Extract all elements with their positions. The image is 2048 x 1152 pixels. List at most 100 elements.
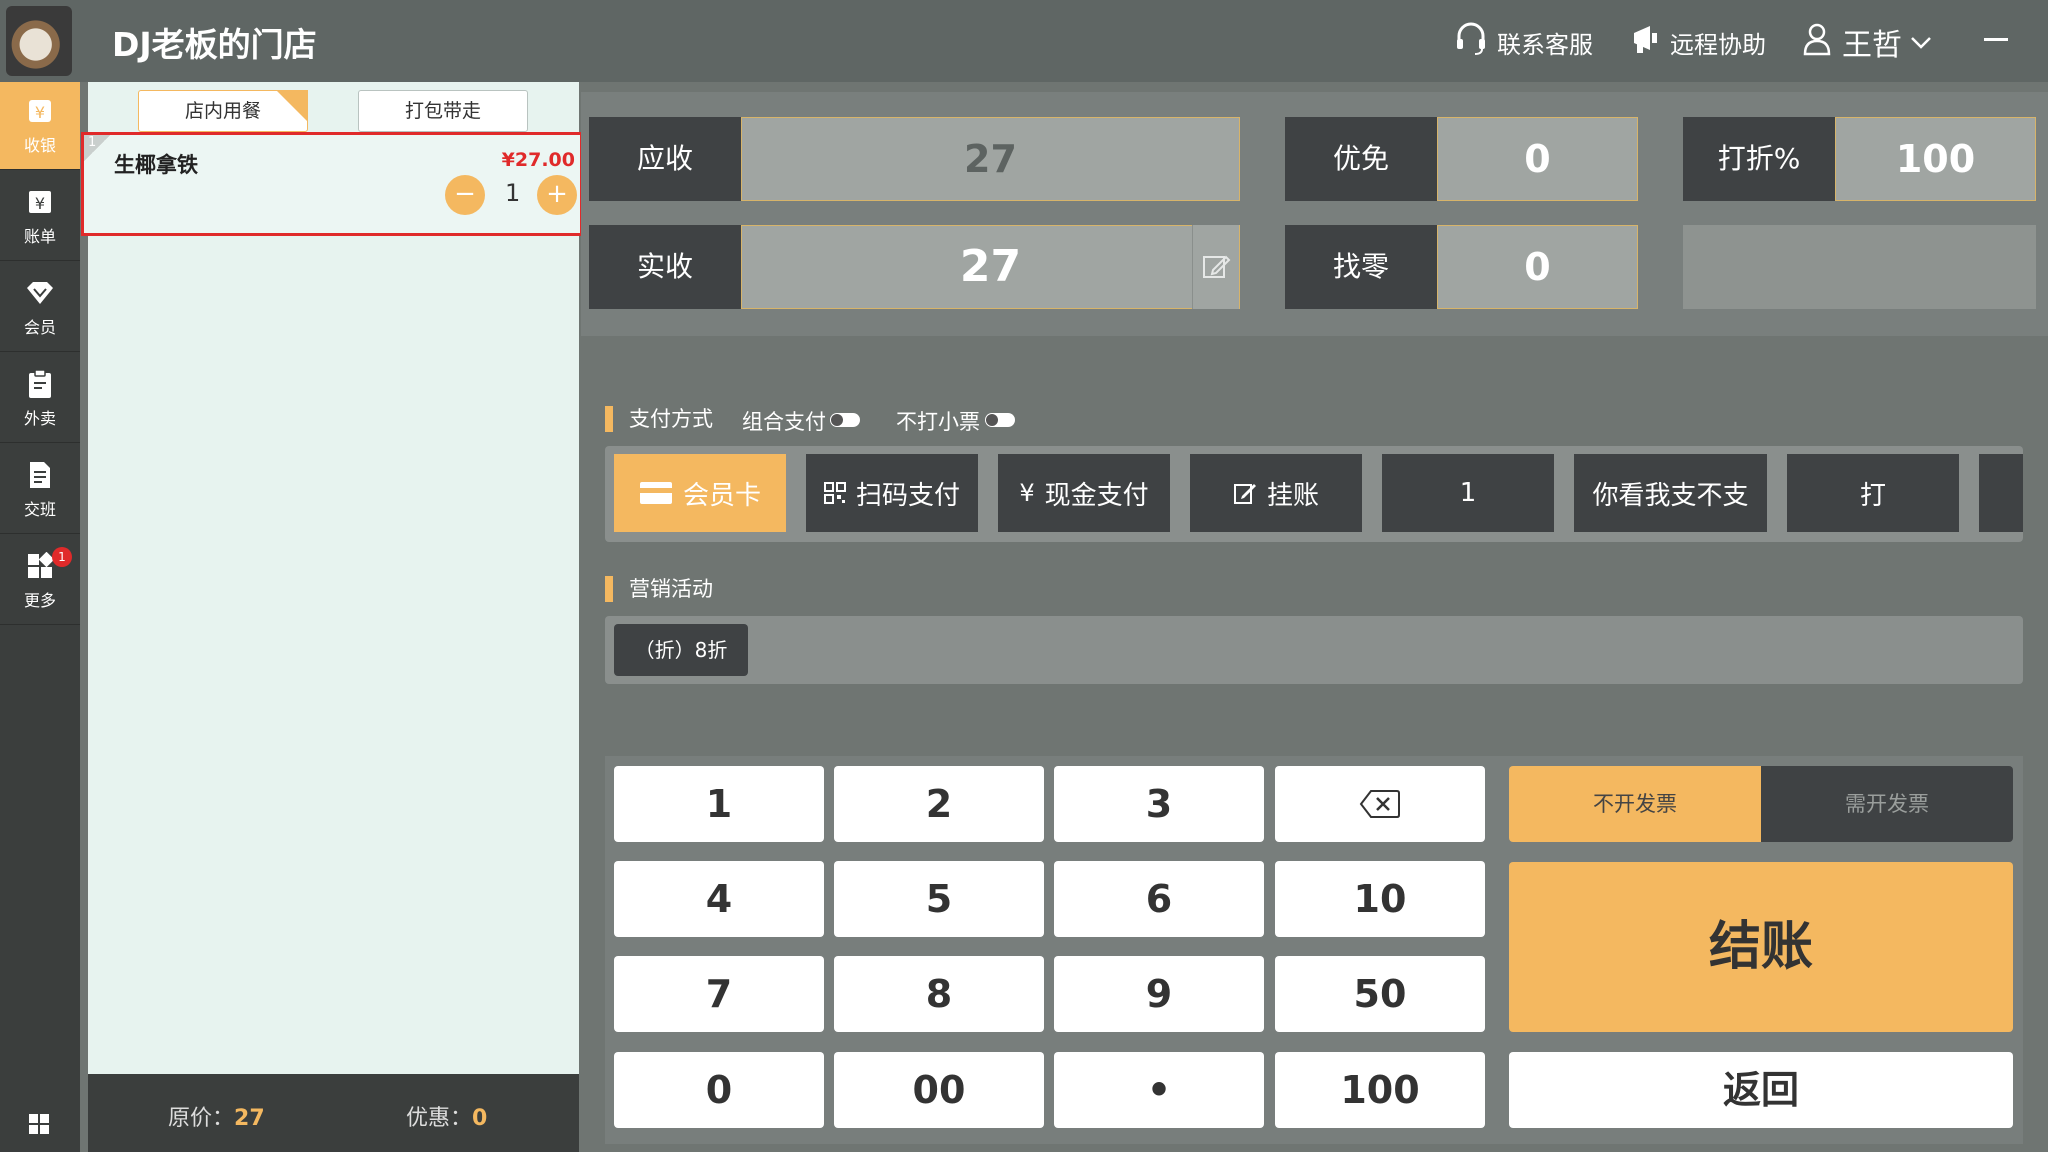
sidebar-item-member[interactable]: 会员 (0, 264, 80, 352)
document-icon (25, 460, 55, 490)
discount-percent-label: 打折% (1683, 117, 1835, 201)
key-50[interactable]: 50 (1275, 956, 1485, 1032)
chevron-down-icon (1910, 28, 1932, 56)
tab-takeaway[interactable]: 打包带走 (358, 90, 528, 132)
key-100[interactable]: 100 (1275, 1052, 1485, 1128)
key-1[interactable]: 1 (614, 766, 824, 842)
key-9[interactable]: 9 (1054, 956, 1264, 1032)
pay-custom-3-label: 打 (1859, 480, 1886, 511)
card-icon (639, 481, 673, 505)
sidebar-item-label: 会员 (23, 317, 56, 337)
pay-scan-label: 扫码支付 (855, 480, 960, 511)
key-7[interactable]: 7 (614, 956, 824, 1032)
item-qty: 1 (505, 179, 521, 207)
sidebar: ¥ 收银 ¥ 账单 会员 外卖 交班 更多 1 (0, 82, 80, 1152)
sidebar-item-label: 账单 (23, 226, 56, 246)
contact-support-button[interactable]: 联系客服 (1455, 22, 1593, 62)
user-menu[interactable]: 王哲 (1802, 22, 1942, 63)
key-6[interactable]: 6 (1054, 861, 1264, 937)
receivable-value: 27 (741, 117, 1240, 201)
key-10[interactable]: 10 (1275, 861, 1485, 937)
megaphone-icon (1630, 23, 1660, 61)
no-receipt-toggle[interactable] (985, 413, 1015, 427)
sidebar-item-label: 更多 (23, 590, 56, 610)
clipboard-icon (25, 368, 55, 399)
headset-icon (1455, 22, 1487, 62)
empty-summary-slot (1683, 225, 2036, 309)
pay-custom-1-button[interactable]: 1 (1382, 454, 1554, 532)
qr-code-icon (823, 482, 846, 504)
diamond-icon (25, 278, 55, 308)
key-3[interactable]: 3 (1054, 766, 1264, 842)
cashier-icon: ¥ (25, 96, 55, 126)
promotion-section-title: 营销活动 (605, 576, 713, 602)
discount-amount-label: 优惠： (406, 1106, 473, 1131)
yuan-icon: ¥ (1019, 479, 1035, 507)
pay-custom-2-button[interactable]: 你看我支不支 (1574, 454, 1767, 532)
no-invoice-button[interactable]: 不开发票 (1509, 766, 1761, 842)
need-invoice-button[interactable]: 需开发票 (1761, 766, 2013, 842)
original-price: 原价：27 (168, 1100, 265, 1132)
original-price-value: 27 (234, 1106, 265, 1131)
shop-logo (6, 6, 72, 76)
backspace-button[interactable] (1275, 766, 1485, 842)
sidebar-item-cashier[interactable]: ¥ 收银 (0, 82, 80, 170)
payment-section-title: 支付方式 (605, 406, 713, 432)
pay-member-card-label: 会员卡 (682, 480, 761, 511)
sidebar-item-label: 收银 (23, 135, 56, 155)
decrease-qty-button[interactable]: − (445, 175, 485, 215)
sidebar-item-delivery[interactable]: 外卖 (0, 355, 80, 443)
discount-percent-value[interactable]: 100 (1835, 117, 2036, 201)
item-price: ¥27.00 (501, 149, 575, 171)
pay-more-button[interactable] (1979, 454, 2023, 532)
user-icon (1802, 22, 1832, 62)
bill-icon: ¥ (25, 187, 55, 217)
receivable-label: 应收 (589, 117, 741, 201)
pay-cash-button[interactable]: ¥ 现金支付 (998, 454, 1170, 532)
key-2[interactable]: 2 (834, 766, 1044, 842)
pay-custom-3-button[interactable]: 打 (1787, 454, 1959, 532)
combo-pay-label: 组合支付 (742, 410, 826, 434)
sidebar-item-label: 交班 (23, 499, 56, 519)
key-5[interactable]: 5 (834, 861, 1044, 937)
edit-icon (1233, 481, 1257, 505)
remote-assist-button[interactable]: 远程协助 (1630, 22, 1766, 62)
tab-dine-in-label: 店内用餐 (184, 100, 261, 122)
pay-member-card-button[interactable]: 会员卡 (614, 454, 786, 532)
apps-icon (25, 551, 55, 581)
sidebar-item-bill[interactable]: ¥ 账单 (0, 173, 80, 261)
key-8[interactable]: 8 (834, 956, 1044, 1032)
key-0[interactable]: 0 (614, 1052, 824, 1128)
user-name: 王哲 (1842, 28, 1902, 63)
promotion-discount-button[interactable]: （折）8折 (614, 624, 748, 676)
key-4[interactable]: 4 (614, 861, 824, 937)
paid-label: 实收 (589, 225, 741, 309)
item-index: 1 (84, 135, 110, 161)
back-button[interactable]: 返回 (1509, 1052, 2013, 1128)
change-label: 找零 (1285, 225, 1437, 309)
tab-dine-in[interactable]: 店内用餐 (138, 90, 308, 132)
tab-takeaway-label: 打包带走 (404, 100, 481, 122)
combo-pay-toggle[interactable] (830, 413, 860, 427)
minimize-button[interactable] (1984, 28, 2010, 50)
key-decimal[interactable]: • (1054, 1052, 1264, 1128)
pay-on-account-button[interactable]: 挂账 (1190, 454, 1362, 532)
discount-amount: 优惠：0 (406, 1100, 487, 1132)
shop-title: DJ老板的门店 (112, 25, 317, 64)
discount-amount-value: 0 (472, 1106, 488, 1131)
minimize-icon (1984, 37, 2008, 41)
sidebar-item-more[interactable]: 更多 1 (0, 537, 80, 625)
key-00[interactable]: 00 (834, 1052, 1044, 1128)
order-footer: 原价：27 优惠：0 (88, 1074, 579, 1152)
sidebar-item-shift[interactable]: 交班 (0, 446, 80, 534)
paid-value[interactable]: 27 (741, 225, 1240, 309)
waive-value[interactable]: 0 (1437, 117, 1638, 201)
pay-scan-button[interactable]: 扫码支付 (806, 454, 978, 532)
checkout-button[interactable]: 结账 (1509, 862, 2013, 1032)
order-item[interactable]: 1 生椰拿铁 ¥27.00 − 1 + (81, 132, 583, 236)
grid-menu-icon[interactable] (27, 1112, 51, 1136)
promotion-row (605, 616, 2023, 684)
edit-paid-button[interactable] (1192, 225, 1239, 309)
pay-on-account-label: 挂账 (1266, 480, 1319, 511)
increase-qty-button[interactable]: + (537, 175, 577, 215)
